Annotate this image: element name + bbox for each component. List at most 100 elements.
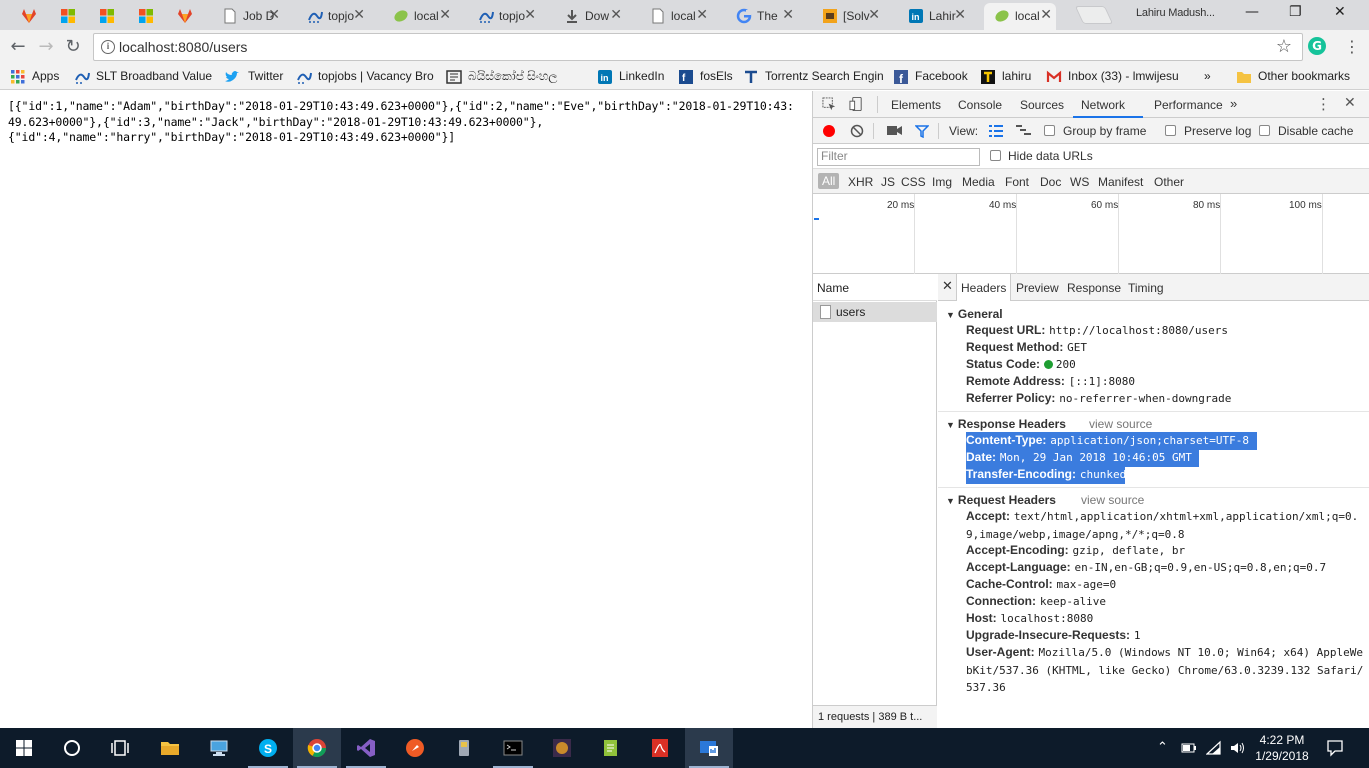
tab-elements[interactable]: Elements xyxy=(891,98,941,112)
browser-tab[interactable]: topjo ✕ xyxy=(468,3,540,30)
taskbar-terminal[interactable] xyxy=(489,728,537,768)
taskbar-chrome[interactable] xyxy=(293,728,341,768)
type-filter-xhr[interactable]: XHR xyxy=(848,175,873,189)
browser-tab[interactable]: Dow ✕ xyxy=(554,3,626,30)
back-icon[interactable]: ← xyxy=(6,35,30,59)
taskbar-file-explorer[interactable] xyxy=(146,728,194,768)
browser-tab[interactable] xyxy=(129,3,168,30)
close-icon[interactable]: ✕ xyxy=(524,7,536,23)
browser-tab[interactable]: Job D ✕ xyxy=(212,3,284,30)
close-icon[interactable]: ✕ xyxy=(696,7,708,23)
tab-network[interactable]: Network xyxy=(1081,98,1125,112)
type-filter-css[interactable]: CSS xyxy=(901,175,926,189)
inspect-element-icon[interactable] xyxy=(822,97,837,112)
network-overview-timeline[interactable]: 20 ms 40 ms 60 ms 80 ms 100 ms xyxy=(813,194,1369,274)
info-icon[interactable]: i xyxy=(101,40,115,54)
browser-tab[interactable]: [Solv ✕ xyxy=(812,3,884,30)
reload-icon[interactable]: ↻ xyxy=(61,35,85,59)
devtools-menu-icon[interactable]: ⋮ xyxy=(1316,95,1331,113)
tab-performance[interactable]: Performance xyxy=(1154,98,1223,112)
browser-tab-active[interactable]: local ✕ xyxy=(984,3,1056,30)
grammarly-icon[interactable]: G xyxy=(1308,37,1326,55)
taskbar-notepad-plus[interactable] xyxy=(587,728,635,768)
type-filter-media[interactable]: Media xyxy=(962,175,995,189)
taskbar-app-gray[interactable] xyxy=(440,728,488,768)
url-text[interactable]: localhost:8080/users xyxy=(119,39,247,55)
response-headers-section-header[interactable]: ▼ Response Headers xyxy=(946,417,1066,431)
type-filter-other[interactable]: Other xyxy=(1154,175,1184,189)
type-filter-doc[interactable]: Doc xyxy=(1040,175,1061,189)
system-clock[interactable]: 4:22 PM 1/29/2018 xyxy=(1254,732,1310,764)
close-icon[interactable]: ✕ xyxy=(353,7,365,23)
search-button[interactable] xyxy=(48,728,96,768)
close-icon[interactable]: ✕ xyxy=(868,7,880,23)
tab-response[interactable]: Response xyxy=(1067,281,1121,295)
wifi-icon[interactable] xyxy=(1206,740,1222,756)
menu-icon[interactable]: ⋮ xyxy=(1344,37,1360,56)
new-tab-button[interactable] xyxy=(1074,6,1114,24)
forward-icon[interactable]: → xyxy=(34,35,58,59)
close-icon[interactable]: ✕ xyxy=(439,7,451,23)
filter-input[interactable]: Filter xyxy=(817,148,980,166)
close-icon[interactable]: ✕ xyxy=(268,7,280,23)
taskbar-game[interactable] xyxy=(538,728,586,768)
close-icon[interactable]: ✕ xyxy=(1040,7,1052,23)
screenshot-icon[interactable] xyxy=(887,125,902,136)
minimize-icon[interactable]: — xyxy=(1245,4,1259,20)
name-column-header[interactable]: Name xyxy=(813,274,937,301)
close-window-icon[interactable]: ✕ xyxy=(1334,4,1346,20)
taskbar-visual-studio[interactable] xyxy=(342,728,390,768)
task-view-button[interactable] xyxy=(96,728,144,768)
close-detail-icon[interactable]: ✕ xyxy=(942,279,953,294)
group-by-frame-checkbox[interactable] xyxy=(1044,125,1055,136)
bookmark-star-icon[interactable]: ☆ xyxy=(1276,36,1292,57)
browser-tab[interactable]: topjo ✕ xyxy=(297,3,369,30)
tab-headers[interactable]: Headers xyxy=(956,274,1012,301)
general-section-header[interactable]: ▼ General xyxy=(946,307,1003,321)
browser-tab[interactable] xyxy=(12,3,51,30)
large-rows-icon[interactable] xyxy=(989,125,1003,137)
close-icon[interactable]: ✕ xyxy=(782,7,794,23)
browser-tab[interactable]: in Lahir ✕ xyxy=(898,3,970,30)
battery-icon[interactable] xyxy=(1181,741,1197,755)
maximize-icon[interactable]: ❐ xyxy=(1289,4,1302,20)
type-filter-img[interactable]: Img xyxy=(932,175,952,189)
hide-data-urls-checkbox[interactable] xyxy=(990,150,1001,161)
taskbar-screen-app[interactable] xyxy=(685,728,733,768)
filter-icon[interactable] xyxy=(915,124,929,138)
browser-tab[interactable]: local ✕ xyxy=(383,3,455,30)
tab-preview[interactable]: Preview xyxy=(1016,281,1059,295)
view-source-link[interactable]: view source xyxy=(1089,417,1152,431)
request-row[interactable]: users xyxy=(813,302,937,322)
view-source-link[interactable]: view source xyxy=(1081,493,1144,507)
close-devtools-icon[interactable]: ✕ xyxy=(1344,95,1356,111)
tab-sources[interactable]: Sources xyxy=(1020,98,1064,112)
record-icon[interactable] xyxy=(823,125,835,137)
tab-timing[interactable]: Timing xyxy=(1128,281,1164,295)
request-headers-section-header[interactable]: ▼ Request Headers xyxy=(946,493,1056,507)
browser-tab[interactable] xyxy=(90,3,129,30)
action-center-icon[interactable] xyxy=(1326,739,1344,757)
taskbar-acrobat[interactable] xyxy=(636,728,684,768)
browser-tab[interactable]: The ✕ xyxy=(726,3,798,30)
volume-icon[interactable] xyxy=(1229,740,1245,756)
close-icon[interactable]: ✕ xyxy=(954,7,966,23)
close-icon[interactable]: ✕ xyxy=(610,7,622,23)
taskbar-skype[interactable]: S xyxy=(244,728,292,768)
clear-icon[interactable] xyxy=(850,124,864,138)
start-button[interactable] xyxy=(0,728,48,768)
tray-chevron-up-icon[interactable]: ⌃ xyxy=(1157,740,1168,755)
profile-name[interactable]: Lahiru Madush... xyxy=(1136,7,1215,19)
more-tabs-icon[interactable]: » xyxy=(1230,96,1237,111)
browser-tab[interactable]: local ✕ xyxy=(640,3,712,30)
type-filter-font[interactable]: Font xyxy=(1005,175,1029,189)
tab-console[interactable]: Console xyxy=(958,98,1002,112)
taskbar-this-pc[interactable] xyxy=(195,728,243,768)
taskbar-postman[interactable] xyxy=(391,728,439,768)
disable-cache-checkbox[interactable] xyxy=(1259,125,1270,136)
type-filter-all[interactable]: All xyxy=(818,173,840,189)
browser-tab[interactable] xyxy=(168,3,207,30)
type-filter-manifest[interactable]: Manifest xyxy=(1098,175,1143,189)
waterfall-icon[interactable] xyxy=(1016,125,1031,137)
type-filter-ws[interactable]: WS xyxy=(1070,175,1089,189)
